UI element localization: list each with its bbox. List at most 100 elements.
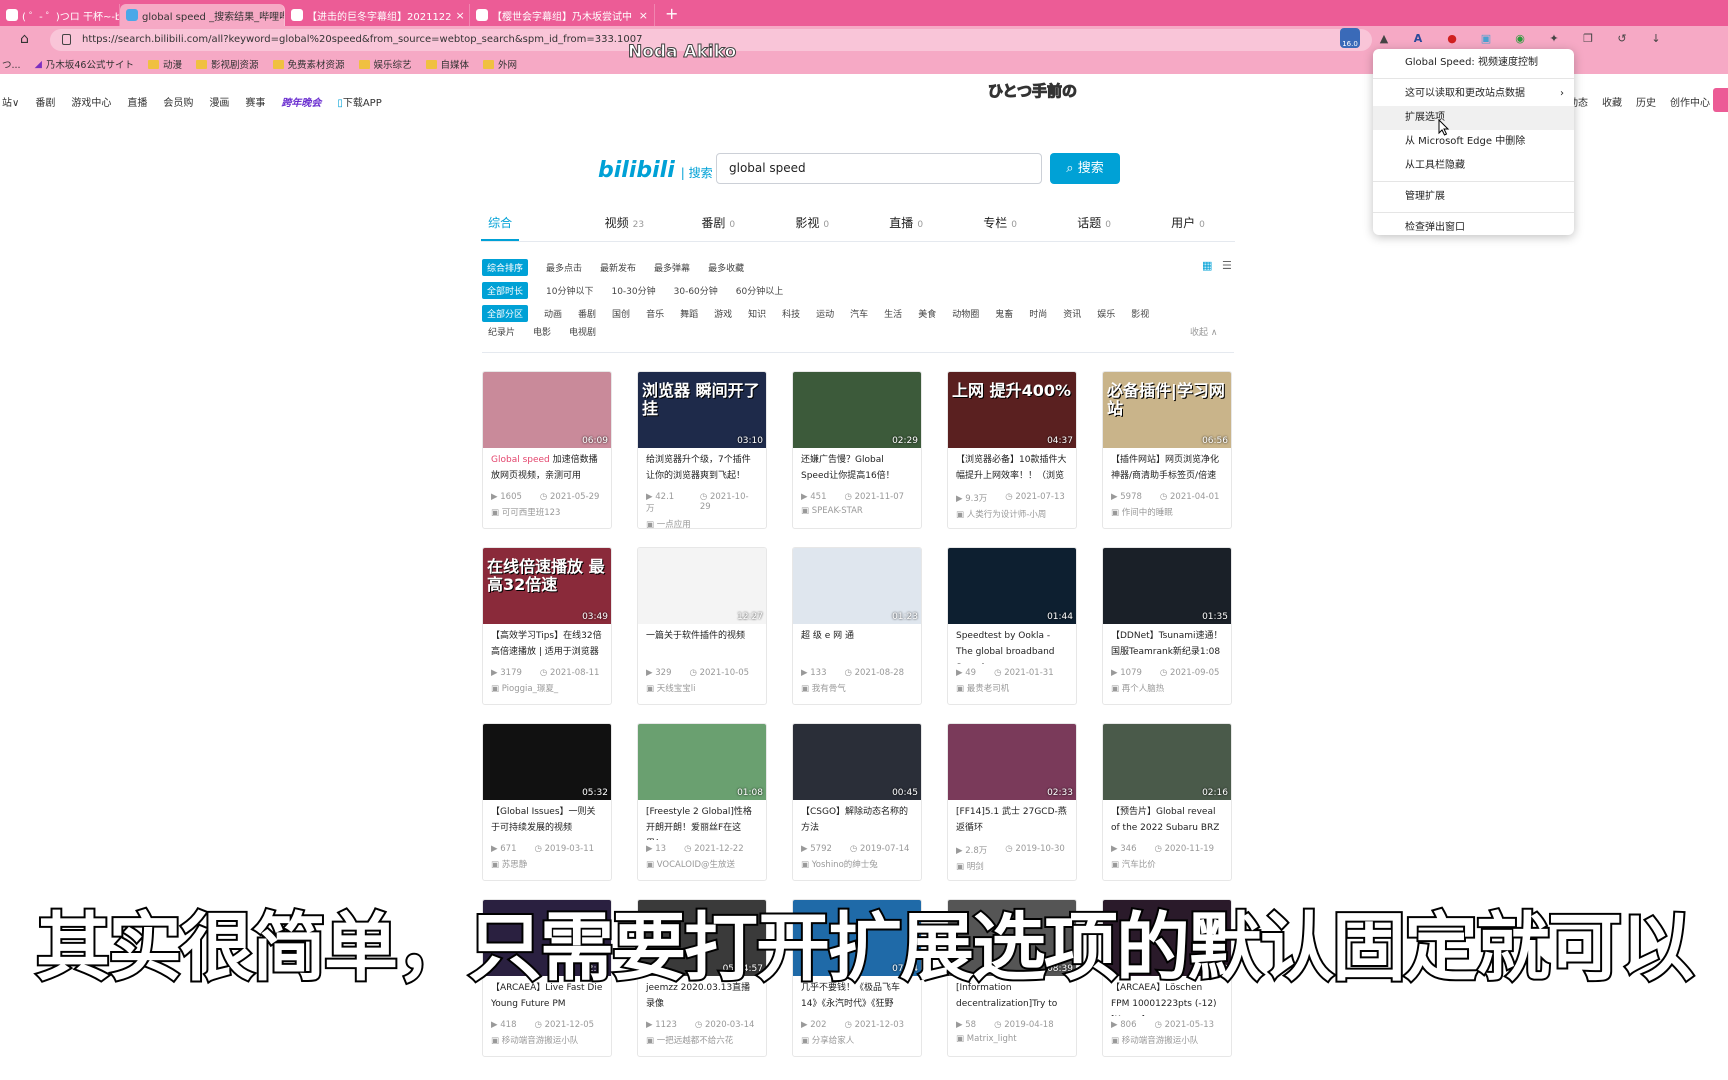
video-card[interactable]: 浏览器 瞬间开了挂 03:10 给浏览器升个级，7个插件让你的浏览器爽到飞起！ ▶ 4… [637,371,767,529]
filter-option[interactable]: 资讯 [1063,307,1081,320]
video-thumbnail[interactable]: 01:08 [638,724,766,800]
video-card[interactable]: 02:16 【预告片】Global reveal of the 2022 Suba… [1102,723,1232,881]
filter-option[interactable]: 最多点击 [546,261,582,274]
video-card[interactable]: 上网 提升400% 04:37 【浏览器必备】10款插件大幅提升上网效率！！（浏览 ▶… [947,371,1077,529]
filter-option[interactable]: 60分钟以上 [736,284,783,297]
filter-option[interactable]: 全部时长 [482,282,529,299]
nav-link[interactable]: 站∨ [2,94,19,109]
extension-icon[interactable]: A [1408,28,1428,48]
video-thumbnail[interactable]: 12:27 [638,548,766,624]
collections-icon[interactable]: ❐ [1578,28,1598,48]
video-author[interactable]: ▣ 再个人脑热 [1103,678,1231,694]
tab-close-icon[interactable]: × [639,9,648,22]
video-author[interactable]: ▣ 一把远越都不给六花 [638,1030,766,1046]
filter-option[interactable]: 生活 [884,307,902,320]
filter-option[interactable]: 音乐 [646,307,664,320]
tab-user[interactable]: 用户 0 [1141,212,1235,241]
filter-option[interactable]: 全部分区 [482,305,529,322]
filter-option[interactable]: 美食 [918,307,936,320]
video-title[interactable]: 【预告片】Global reveal of the 2022 Subaru BR… [1103,800,1231,840]
video-title[interactable]: 超 级 e 网 通 [793,624,921,664]
video-card[interactable]: 05:32 【Global Issues】一则关于可持续发展的视频 ▶ 671 ◷ 2… [482,723,612,881]
video-author[interactable]: ▣ 人类行为设计师-小周 [948,504,1076,520]
video-thumbnail[interactable]: 05:32 [483,724,611,800]
history-icon[interactable]: ↺ [1612,28,1632,48]
filter-option[interactable]: 10-30分钟 [611,284,655,297]
video-thumbnail[interactable]: 02:29 [793,372,921,448]
video-title[interactable]: 一篇关于软件插件的视频 [638,624,766,664]
menu-item-site-access[interactable]: 这可以读取和更改站点数据 › [1373,82,1574,106]
video-card[interactable]: 06:09 Global speed 加速倍数播放网页视频，亲测可用 ▶ 1605 ◷… [482,371,612,529]
video-title[interactable]: 【高效学习Tips】在线32倍高倍速播放 | 适用于浏览器 [483,624,611,664]
menu-item-hide-from-toolbar[interactable]: 从工具栏隐藏 [1373,154,1574,178]
filter-option[interactable]: 最多弹幕 [654,261,690,274]
menu-item-extension-name[interactable]: Global Speed: 视频速度控制 [1373,51,1574,75]
video-title[interactable]: 给浏览器升个级，7个插件让你的浏览器爽到飞起！ [638,448,766,488]
video-title[interactable]: 【Global Issues】一则关于可持续发展的视频 [483,800,611,840]
menu-item-manage-extensions[interactable]: 管理扩展 [1373,185,1574,209]
video-author[interactable]: ▣ Yoshino的绅士兔 [793,854,921,870]
filter-option[interactable]: 舞蹈 [680,307,698,320]
browser-tab[interactable]: 【樱世会字幕组】乃木坂尝试中 × [470,4,655,26]
filter-option[interactable]: 30-60分钟 [674,284,718,297]
nav-link[interactable]: 历史 [1636,94,1656,109]
filter-option[interactable]: 电视剧 [569,325,596,338]
video-card[interactable]: 必备插件|学习网站 06:56 【插件网站】网页浏览净化神器/商清助手标签页/倍速 ▶… [1102,371,1232,529]
filter-option[interactable]: 最多收藏 [708,261,744,274]
video-title[interactable]: 【插件网站】网页浏览净化神器/商清助手标签页/倍速 [1103,448,1231,488]
video-thumbnail[interactable]: 在线倍速播放 最高32倍速 03:49 [483,548,611,624]
video-card[interactable]: 01:44 Speedtest by Ookla - The global bro… [947,547,1077,705]
filter-option[interactable]: 运动 [816,307,834,320]
nav-link[interactable]: 赛事 [245,94,265,109]
tab-video[interactable]: 视频 23 [577,212,671,241]
video-thumbnail[interactable]: 06:09 [483,372,611,448]
video-thumbnail[interactable]: 00:45 [793,724,921,800]
tab-topic[interactable]: 话题 0 [1047,212,1141,241]
video-author[interactable]: ▣ SPEAK-STAR [793,502,921,516]
video-card[interactable]: 01:35 【DDNet】Tsunami速通！国服Teamrank新纪录1:08 ▶… [1102,547,1232,705]
video-author[interactable]: ▣ VOCALOID@生放送 [638,854,766,870]
nav-link[interactable]: 番剧 [35,94,55,109]
video-title[interactable]: [FF14]5.1 武士 27GCD-燕返循环 [948,800,1076,840]
tab-article[interactable]: 专栏 0 [953,212,1047,241]
video-card[interactable]: 02:29 还嫌广告慢？Global Speed让你提高16倍！ ▶ 451 ◷ 20… [792,371,922,529]
video-thumbnail[interactable]: 01:35 [1103,548,1231,624]
video-title[interactable]: Speedtest by Ookla - The global broadban… [948,624,1076,664]
new-tab-button[interactable]: + [655,4,688,26]
video-author[interactable]: ▣ Pioggia_璟夏_ [483,678,611,694]
video-card[interactable]: 00:45 【CSGO】解除动态名称的方法 ▶ 5792 ◷ 2019-07-14 ▣ … [792,723,922,881]
filter-option[interactable]: 鬼畜 [995,307,1013,320]
tab-live[interactable]: 直播 0 [859,212,953,241]
browser-tab[interactable]: ( ゜- ゜)つロ 干杯~-bili× [0,4,120,26]
menu-item-remove-extension[interactable]: 从 Microsoft Edge 中删除 [1373,130,1574,154]
list-view-icon[interactable]: ☰ [1222,259,1234,272]
collapse-filters-button[interactable]: 收起 ∧ [1190,325,1217,338]
extension-icon[interactable]: ▲ [1374,28,1394,48]
extension-icon[interactable]: ● [1442,28,1462,48]
video-card[interactable]: 01:08 [Freestyle 2 Global]性格开朗开朗！爱丽丝F在这里！… [637,723,767,881]
video-thumbnail[interactable]: 必备插件|学习网站 06:56 [1103,372,1231,448]
grid-view-icon[interactable]: ▦ [1202,259,1214,272]
video-author[interactable]: ▣ 我有骨气 [793,678,921,694]
video-thumbnail[interactable]: 02:16 [1103,724,1231,800]
bookmark-item[interactable]: ◢ 乃木坂46公式サイト [35,57,134,72]
video-title[interactable]: 【CSGO】解除动态名称的方法 [793,800,921,840]
browser-tab[interactable]: 【进击的巨冬字幕组】2021122 × [285,4,470,26]
nav-link[interactable]: 游戏中心 [71,94,111,109]
video-author[interactable]: ▣ 一点应用 [638,514,766,528]
browser-tab-active[interactable]: global speed _搜索结果_哔哩哔× [120,4,285,26]
video-thumbnail[interactable]: 浏览器 瞬间开了挂 03:10 [638,372,766,448]
global-speed-extension-icon[interactable]: 16.0 [1340,28,1360,48]
filter-option[interactable]: 国创 [612,307,630,320]
bookmark-folder[interactable]: 免费素材资源 [272,57,345,71]
video-author[interactable]: ▣ 苏思静 [483,854,611,870]
bilibili-logo[interactable]: bilibili | 搜索 [598,158,713,183]
home-icon[interactable]: ⌂ [20,31,29,47]
video-author[interactable]: ▣ 作间中的睡眠 [1103,502,1231,518]
filter-option[interactable]: 时尚 [1029,307,1047,320]
video-title[interactable]: 【浏览器必备】10款插件大幅提升上网效率！！（浏览 [948,448,1076,488]
nav-link[interactable]: 漫画 [209,94,229,109]
video-title[interactable]: [Freestyle 2 Global]性格开朗开朗！爱丽丝F在这里！ [638,800,766,840]
video-author[interactable]: ▣ 分享给家人 [793,1030,921,1046]
filter-option[interactable]: 科技 [782,307,800,320]
